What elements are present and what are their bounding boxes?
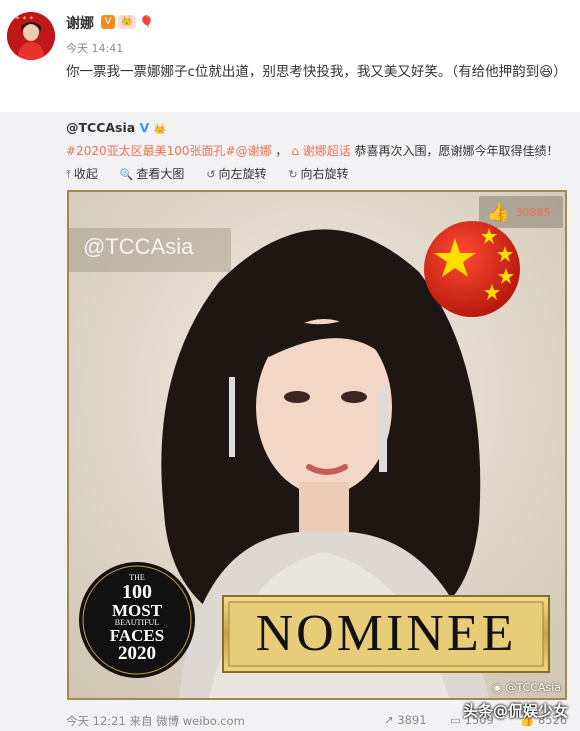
- repost-username[interactable]: @TCCAsia V 👑: [66, 120, 166, 135]
- like-badge[interactable]: 👍 30885: [479, 196, 563, 228]
- repost-message: 恭喜再次入围，愿谢娜今年取得佳绩！: [354, 144, 559, 158]
- rotate-right-label: 向右旋转: [300, 167, 349, 181]
- most-beautiful-badge: THE 100 MOST BEAUTIFUL FACES 2020: [79, 564, 195, 676]
- share-button[interactable]: ↗ 3891: [384, 713, 427, 727]
- view-large-button[interactable]: 🔍 查看大图: [120, 165, 185, 182]
- repost-meta[interactable]: 今天 12:21 来自 微博 weibo.com: [66, 713, 245, 729]
- tcc-watermark: @TCCAsia: [83, 234, 194, 259]
- supertopic-link[interactable]: 谢娜超话: [303, 144, 351, 158]
- rotate-left-button[interactable]: ↺ 向左旋转: [206, 165, 266, 182]
- thumbs-up-icon: 👍: [487, 201, 510, 223]
- vip-crown-icon: 👑: [153, 124, 167, 135]
- comment-icon: ▭: [450, 713, 461, 727]
- share-count: 3891: [397, 713, 427, 727]
- repost-username-text[interactable]: @TCCAsia: [66, 120, 135, 135]
- badge-line: MOST: [111, 601, 163, 620]
- svg-text:✦ ✦ ✦: ✦ ✦ ✦: [15, 15, 34, 22]
- nominee-label: NOMINEE: [255, 605, 517, 662]
- repost-card: @TCCAsia V 👑 #2020亚太区最美100张面孔#@谢娜 ， ⌂ 谢娜…: [0, 112, 580, 731]
- supertopic-icon: ⌂: [291, 144, 299, 158]
- post-image[interactable]: @TCCAsia 👍 30885 THE 100 MOST BEAUTIFUL …: [67, 190, 567, 700]
- vip-crown-icon: 👑: [118, 15, 136, 29]
- collapse-button[interactable]: ⤒ 收起: [66, 165, 98, 182]
- magnify-icon: 🔍: [119, 168, 134, 181]
- original-post: ✦ ✦ ✦ 谢娜 V 👑 🎈 今天 14:41 你一票我一票娜娜子c位就出道，别…: [0, 0, 580, 114]
- weibo-logo-icon: ◉: [492, 681, 502, 694]
- weibo-watermark: ◉ @TCCAsia: [492, 681, 561, 694]
- post-time[interactable]: 今天 14:41: [66, 40, 123, 56]
- weibo-watermark-text: @TCCAsia: [505, 681, 562, 694]
- share-icon: ↗: [384, 713, 394, 727]
- post-text: 你一票我一票娜娜子c位就出道，别思考快投我，我又美又好笑。（有给他押韵到😆）: [66, 64, 567, 80]
- like-count: 30885: [515, 205, 551, 219]
- view-large-label: 查看大图: [136, 167, 185, 181]
- post-username[interactable]: 谢娜: [66, 13, 94, 33]
- rotate-left-icon: ↺: [206, 168, 216, 181]
- verified-icon: V: [101, 15, 115, 29]
- badge-line: 100: [122, 581, 152, 603]
- rotate-right-icon: ↻: [288, 168, 298, 181]
- separator: ，: [275, 144, 288, 158]
- image-toolbar: ⤒ 收起 🔍 查看大图 ↺ 向左旋转 ↻ 向右旋转: [66, 165, 367, 182]
- collapse-icon: ⤒: [66, 168, 71, 181]
- rotate-left-label: 向左旋转: [218, 167, 267, 181]
- hashtag-link[interactable]: #2020亚太区最美100张面孔#: [66, 144, 236, 158]
- collapse-label: 收起: [73, 167, 98, 181]
- verified-blue-icon: V: [139, 120, 150, 135]
- source-overlay: 头条@侃娱少女: [462, 702, 568, 720]
- avatar[interactable]: ✦ ✦ ✦: [7, 12, 55, 60]
- balloon-icon: 🎈: [139, 15, 154, 29]
- mention-link[interactable]: @谢娜: [236, 144, 272, 158]
- badge-line: FACES: [109, 626, 165, 645]
- repost-text: #2020亚太区最美100张面孔#@谢娜 ， ⌂ 谢娜超话 恭喜再次入围，愿谢娜…: [66, 142, 559, 159]
- badge-line: 2020: [118, 643, 156, 664]
- rotate-right-button[interactable]: ↻ 向右旋转: [288, 165, 348, 182]
